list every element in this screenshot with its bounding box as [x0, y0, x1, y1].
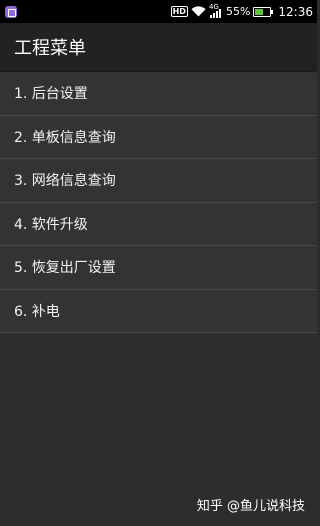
- battery-percent: 55%: [225, 5, 251, 18]
- menu-item-background-settings[interactable]: 1. 后台设置: [0, 72, 317, 116]
- status-bar: HD 4G 55% 12:36: [0, 0, 317, 23]
- menu-item-network-info[interactable]: 3. 网络信息查询: [0, 159, 317, 203]
- hd-voice-icon: HD: [170, 6, 188, 17]
- app-notification-icon: [5, 5, 17, 18]
- menu-item-label: 5. 恢复出厂设置: [14, 260, 116, 277]
- menu-item-label: 1. 后台设置: [14, 86, 88, 103]
- status-right: HD 4G 55% 12:36: [170, 3, 313, 19]
- menu-item-recharge[interactable]: 6. 补电: [0, 289, 317, 333]
- wifi-icon: [191, 6, 206, 17]
- menu-item-factory-reset[interactable]: 5. 恢复出厂设置: [0, 246, 317, 290]
- action-bar: 工程菜单: [0, 23, 317, 72]
- menu-item-label: 2. 单板信息查询: [14, 129, 116, 146]
- signal-bars-icon: [209, 8, 221, 18]
- battery-level-fill: [255, 8, 264, 15]
- screen: HD 4G 55% 12:36 工程菜单 1. 后台设置 2. 单板信息查询 3…: [0, 0, 317, 526]
- menu-item-label: 3. 网络信息查询: [14, 173, 116, 190]
- menu-item-board-info[interactable]: 2. 单板信息查询: [0, 115, 317, 159]
- battery-icon: [253, 6, 274, 17]
- page-title: 工程菜单: [14, 38, 86, 59]
- menu-item-label: 6. 补电: [14, 303, 60, 320]
- menu-list: 1. 后台设置 2. 单板信息查询 3. 网络信息查询 4. 软件升级 5. 恢…: [0, 72, 317, 333]
- status-left: [5, 5, 171, 18]
- watermark: 知乎 @鱼儿说科技: [196, 499, 305, 514]
- menu-item-label: 4. 软件升级: [14, 216, 88, 233]
- status-clock: 12:36: [278, 4, 313, 19]
- mobile-signal-icon: 4G: [209, 3, 223, 19]
- menu-item-software-upgrade[interactable]: 4. 软件升级: [0, 202, 317, 246]
